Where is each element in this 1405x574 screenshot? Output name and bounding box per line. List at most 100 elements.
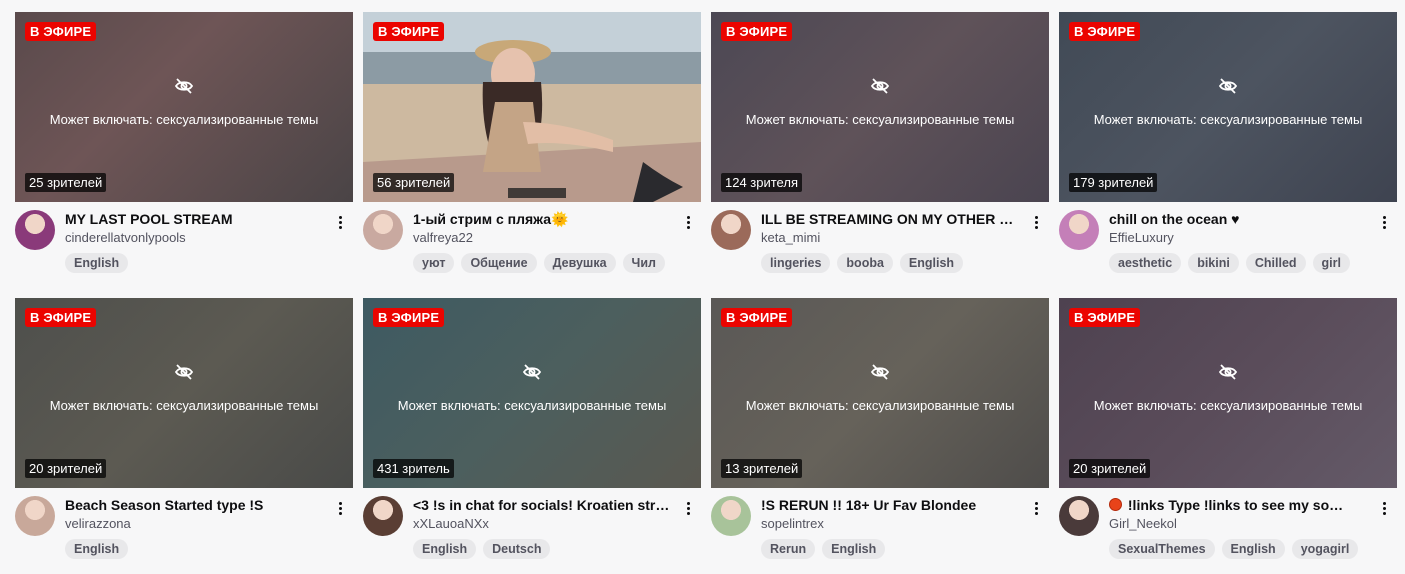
tag-chip[interactable]: English: [822, 539, 886, 559]
avatar[interactable]: [1059, 496, 1099, 536]
avatar[interactable]: [363, 210, 403, 250]
eye-slash-icon: [1218, 78, 1238, 94]
tag-chip[interactable]: Девушка: [543, 253, 616, 273]
stream-info: MY LAST POOL STREAM cinderellatvonlypool…: [65, 210, 325, 273]
tag-chip[interactable]: Чил: [622, 253, 665, 273]
content-warning: Может включать: сексуализированные темы: [1059, 76, 1397, 127]
stream-title[interactable]: !S RERUN !! 18+ Ur Fav Blondee: [761, 496, 1021, 514]
channel-name[interactable]: sopelintrex: [761, 515, 1021, 533]
more-options-icon[interactable]: [1029, 212, 1043, 232]
stream-thumbnail[interactable]: В ЭФИРЕ Может включать: сексуализированн…: [1059, 12, 1397, 202]
stream-meta: !S RERUN !! 18+ Ur Fav Blondee sopelintr…: [711, 496, 1049, 559]
content-warning-text: Может включать: сексуализированные темы: [1093, 112, 1363, 127]
content-warning: Может включать: сексуализированные темы: [15, 76, 353, 127]
avatar[interactable]: [711, 210, 751, 250]
tag-list: English: [65, 539, 325, 559]
tag-chip[interactable]: English: [65, 539, 129, 559]
stream-card[interactable]: В ЭФИРЕ Может включать: сексуализированн…: [15, 298, 353, 574]
tag-chip[interactable]: English: [899, 253, 964, 273]
stream-card[interactable]: В ЭФИРЕ Может включать: сексуализированн…: [1059, 298, 1397, 574]
stream-info: <3 !s in chat for socials! Kroatien stre…: [413, 496, 673, 559]
stream-thumbnail[interactable]: В ЭФИРЕ Может включать: сексуализированн…: [363, 298, 701, 488]
tag-list: English Deutsch: [413, 539, 673, 559]
channel-name[interactable]: velirazzona: [65, 515, 325, 533]
tag-chip[interactable]: Rerun: [761, 539, 816, 559]
viewer-count: 56 зрителей: [373, 173, 455, 192]
tag-chip[interactable]: lingeries: [761, 253, 831, 273]
tag-chip[interactable]: aesthetic: [1109, 253, 1182, 273]
stream-grid: В ЭФИРЕ Может включать: сексуализированн…: [15, 12, 1397, 574]
stream-info: !links Type !links to see my so… Girl_Ne…: [1109, 496, 1369, 559]
more-options-icon[interactable]: [1029, 498, 1043, 518]
channel-name[interactable]: Girl_Neekol: [1109, 515, 1369, 533]
more-options-icon[interactable]: [1377, 212, 1391, 232]
tag-chip[interactable]: Chilled: [1245, 253, 1306, 273]
stream-thumbnail[interactable]: В ЭФИРЕ Может включать: сексуализированн…: [15, 298, 353, 488]
avatar[interactable]: [363, 496, 403, 536]
stream-title[interactable]: ILL BE STREAMING ON MY OTHER C…: [761, 210, 1021, 228]
more-options-icon[interactable]: [333, 498, 347, 518]
tag-chip[interactable]: girl: [1312, 253, 1350, 273]
channel-name[interactable]: xXLauoaNXx: [413, 515, 673, 533]
tag-list: lingeries booba English: [761, 253, 1021, 273]
tag-chip[interactable]: yogagirl: [1291, 539, 1359, 559]
stream-card[interactable]: В ЭФИРЕ Может включать: сексуализированн…: [711, 298, 1049, 574]
stream-info: chill on the ocean ♥ EffieLuxury aesthet…: [1109, 210, 1369, 273]
eye-slash-icon: [174, 78, 194, 94]
more-options-icon[interactable]: [333, 212, 347, 232]
tag-chip[interactable]: English: [65, 253, 129, 273]
stream-title[interactable]: Beach Season Started type !S: [65, 496, 325, 514]
stream-card[interactable]: В ЭФИРЕ Может включать: сексуализированн…: [15, 12, 353, 288]
stream-title[interactable]: 1-ый стрим с пляжа🌞: [413, 210, 673, 228]
eye-slash-icon: [522, 364, 542, 380]
live-badge: В ЭФИРЕ: [721, 22, 793, 41]
tag-chip[interactable]: bikini: [1188, 253, 1239, 273]
avatar[interactable]: [15, 210, 55, 250]
more-options-icon[interactable]: [681, 212, 695, 232]
stream-meta: <3 !s in chat for socials! Kroatien stre…: [363, 496, 701, 559]
stream-title[interactable]: <3 !s in chat for socials! Kroatien stre…: [413, 496, 673, 514]
tag-chip[interactable]: SexualThemes: [1109, 539, 1215, 559]
tag-chip[interactable]: English: [413, 539, 477, 559]
stream-thumbnail[interactable]: В ЭФИРЕ Может включать: сексуализированн…: [1059, 298, 1397, 488]
tag-list: aesthetic bikini Chilled girl: [1109, 253, 1369, 273]
eye-slash-icon: [174, 364, 194, 380]
stream-meta: chill on the ocean ♥ EffieLuxury aesthet…: [1059, 210, 1397, 273]
live-badge: В ЭФИРЕ: [25, 22, 97, 41]
tag-chip[interactable]: уют: [413, 253, 455, 273]
channel-name[interactable]: keta_mimi: [761, 229, 1021, 247]
stream-card[interactable]: В ЭФИРЕ Может включать: сексуализированн…: [363, 298, 701, 574]
more-options-icon[interactable]: [1377, 498, 1391, 518]
eye-slash-icon: [1218, 364, 1238, 380]
more-options-icon[interactable]: [681, 498, 695, 518]
channel-name[interactable]: valfreya22: [413, 229, 673, 247]
stream-thumbnail[interactable]: В ЭФИРЕ Может включать: сексуализированн…: [15, 12, 353, 202]
stream-info: 1-ый стрим с пляжа🌞 valfreya22 уют Общени…: [413, 210, 673, 273]
channel-name[interactable]: cinderellatvonlypools: [65, 229, 325, 247]
stream-title[interactable]: chill on the ocean ♥: [1109, 210, 1369, 228]
content-warning-text: Может включать: сексуализированные темы: [745, 112, 1015, 127]
stream-card[interactable]: В ЭФИРЕ 56 зрителей 1-ый стрим с пляжа🌞 …: [363, 12, 701, 288]
stream-card[interactable]: В ЭФИРЕ Может включать: сексуализированн…: [1059, 12, 1397, 288]
channel-name[interactable]: EffieLuxury: [1109, 229, 1369, 247]
tag-chip[interactable]: booba: [837, 253, 893, 273]
stream-title[interactable]: MY LAST POOL STREAM: [65, 210, 325, 228]
tag-chip[interactable]: Deutsch: [483, 539, 551, 559]
stream-card[interactable]: В ЭФИРЕ Может включать: сексуализированн…: [711, 12, 1049, 288]
content-warning: Может включать: сексуализированные темы: [711, 362, 1049, 413]
avatar[interactable]: [711, 496, 751, 536]
live-badge: В ЭФИРЕ: [721, 308, 793, 327]
viewer-count: 20 зрителей: [25, 459, 107, 478]
stream-thumbnail[interactable]: В ЭФИРЕ Может включать: сексуализированн…: [711, 12, 1049, 202]
stream-title-text: chill on the ocean ♥: [1109, 211, 1240, 227]
stream-title-text: MY LAST POOL STREAM: [65, 211, 233, 227]
viewer-count: 124 зрителя: [721, 173, 802, 192]
avatar[interactable]: [1059, 210, 1099, 250]
stream-title-text: !S RERUN !! 18+ Ur Fav Blondee: [761, 497, 977, 513]
avatar[interactable]: [15, 496, 55, 536]
stream-thumbnail[interactable]: В ЭФИРЕ Может включать: сексуализированн…: [711, 298, 1049, 488]
tag-chip[interactable]: English: [1221, 539, 1285, 559]
stream-title[interactable]: !links Type !links to see my so…: [1109, 496, 1369, 514]
stream-thumbnail[interactable]: В ЭФИРЕ 56 зрителей: [363, 12, 701, 202]
tag-chip[interactable]: Общение: [461, 253, 537, 273]
